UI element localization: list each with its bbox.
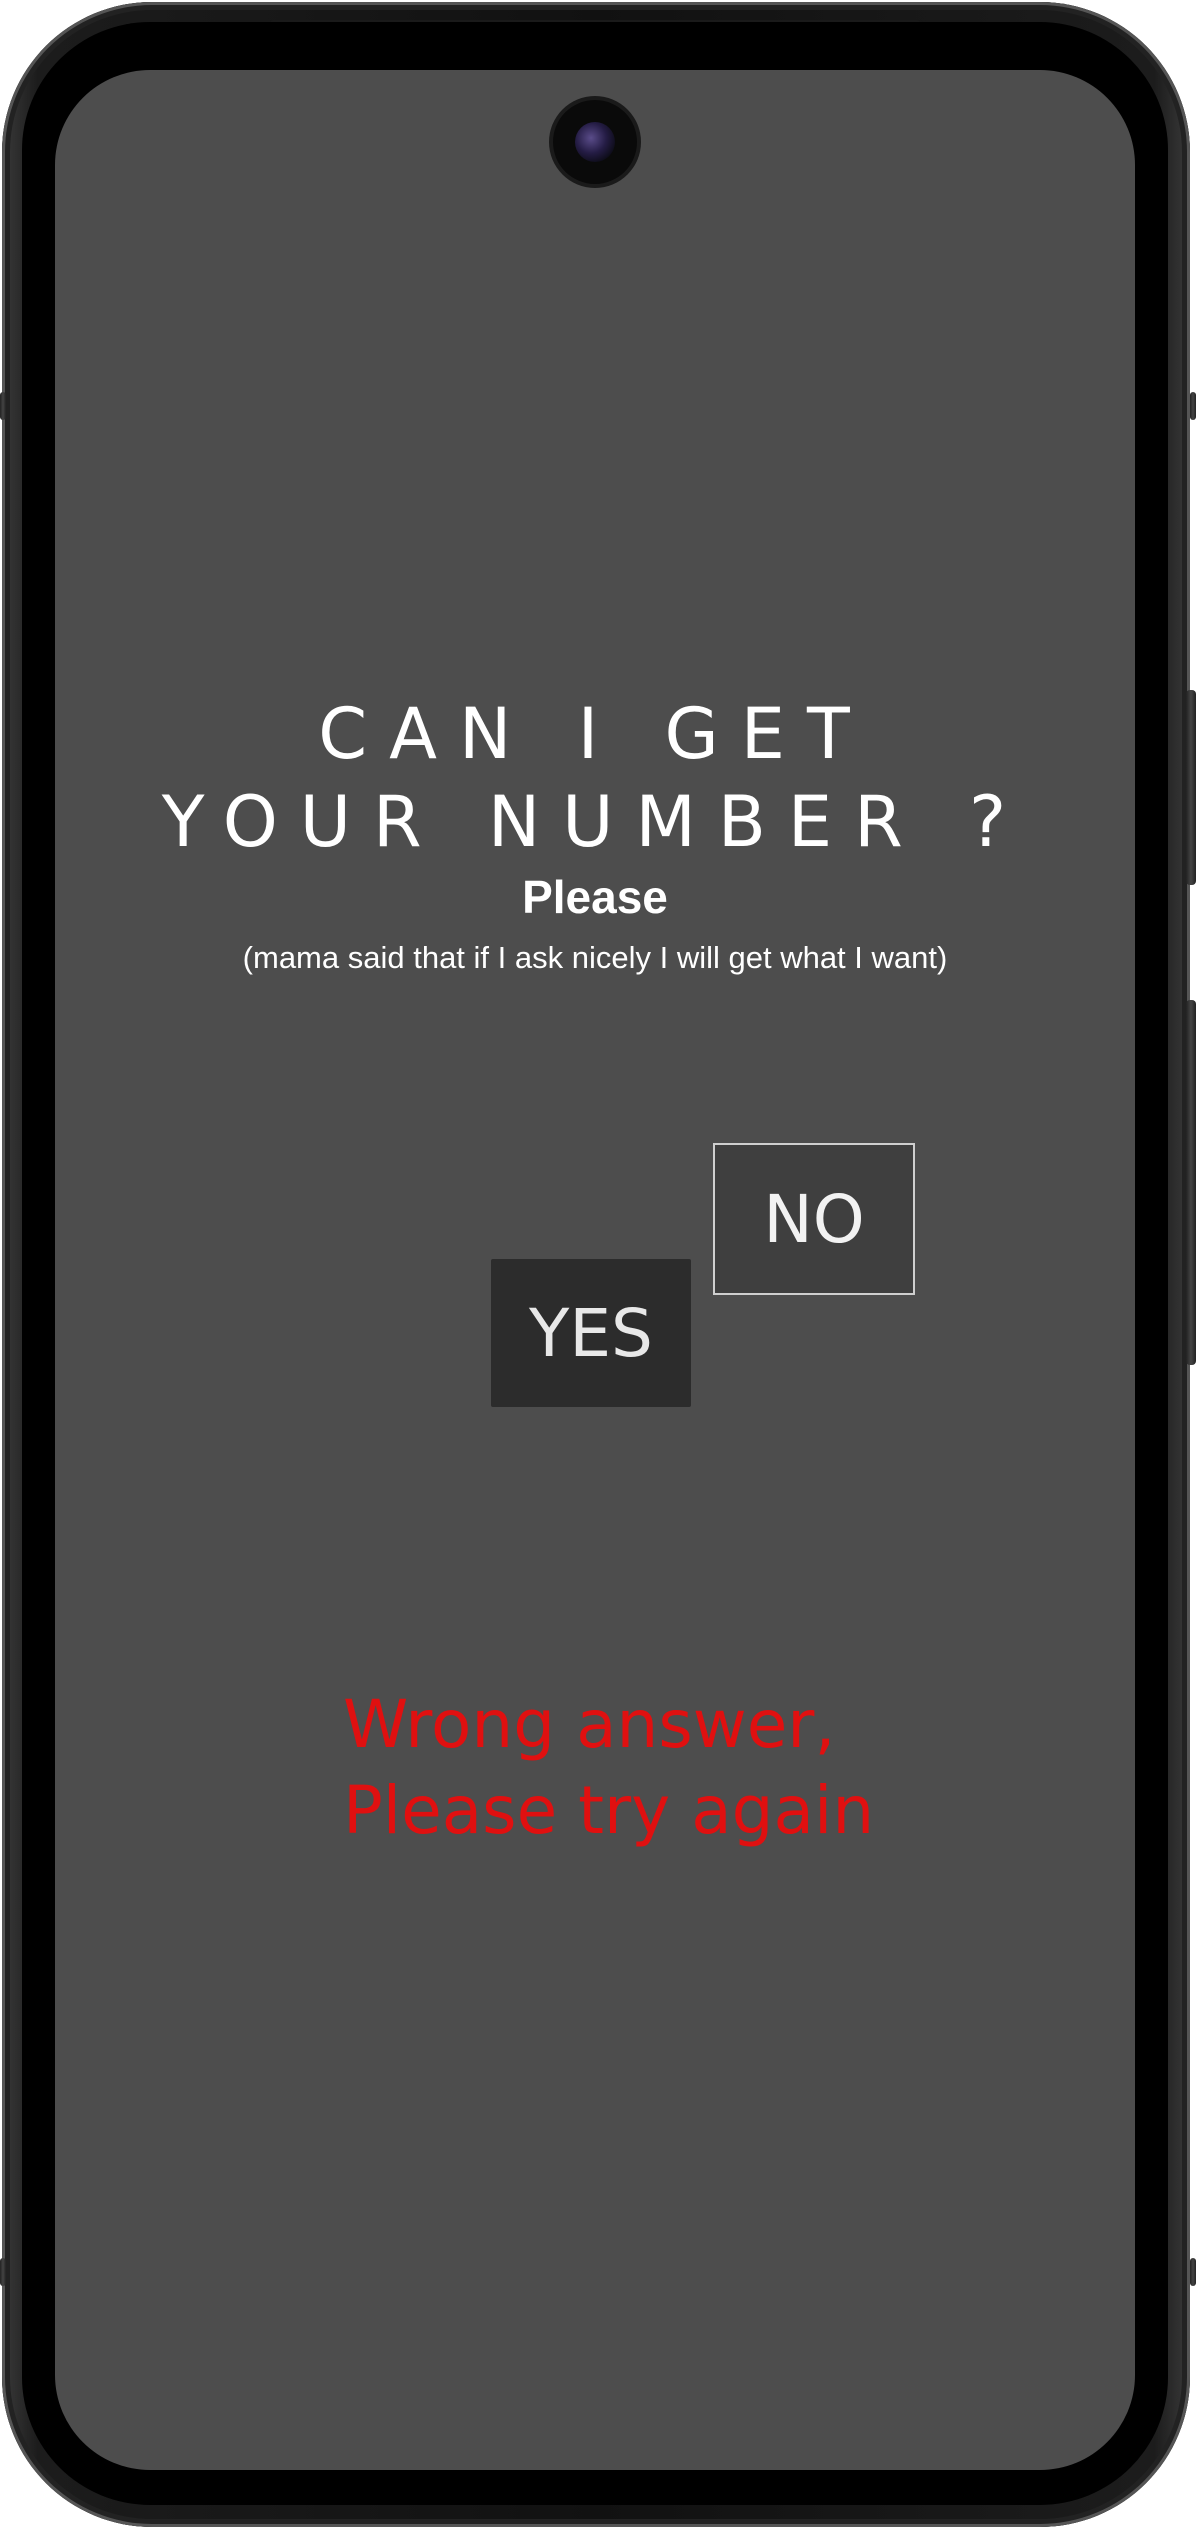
phone-power-button	[1186, 690, 1196, 885]
error-message-line-1: Wrong answer,	[343, 1686, 836, 1763]
phone-right-rail-top	[1190, 392, 1196, 420]
phone-right-rail-bottom	[1190, 2258, 1196, 2286]
yes-button[interactable]: YES	[491, 1259, 691, 1407]
page-title-line-1: CAN I GET	[318, 693, 872, 775]
please-label: Please	[522, 871, 668, 923]
front-camera-icon	[553, 100, 637, 184]
camera-lens	[575, 122, 615, 162]
yes-button-label: YES	[529, 1294, 653, 1372]
no-button[interactable]: NO	[713, 1143, 915, 1295]
phone-left-rail-bottom	[0, 2258, 6, 2286]
subtitle-text: (mama said that if I ask nicely I will g…	[242, 940, 948, 975]
phone-volume-button	[1186, 1000, 1196, 1365]
no-button-label: NO	[763, 1180, 865, 1258]
app-screen: CAN I GET YOUR NUMBER ? Please (mama sai…	[55, 70, 1135, 2470]
page-title: CAN I GET YOUR NUMBER ?	[55, 690, 1135, 866]
page-title-line-2: YOUR NUMBER ?	[161, 781, 1029, 863]
error-message-line-2: Please try again	[343, 1772, 875, 1849]
device-frame: CAN I GET YOUR NUMBER ? Please (mama sai…	[0, 0, 1198, 2531]
phone-left-rail-top	[0, 392, 6, 420]
error-message: Wrong answer, Please try again	[343, 1682, 1043, 1854]
